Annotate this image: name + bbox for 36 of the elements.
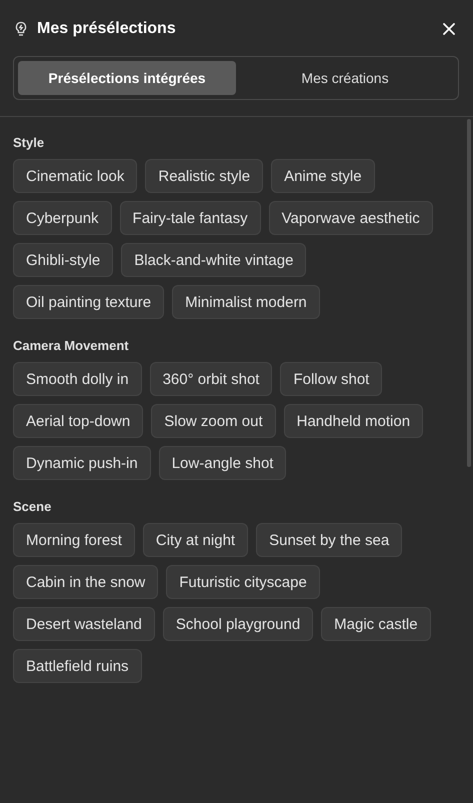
preset-chip[interactable]: Morning forest: [13, 523, 135, 557]
section-heading: Style: [13, 135, 46, 150]
preset-chip[interactable]: Cinematic look: [13, 159, 138, 193]
preset-chip[interactable]: Vaporwave aesthetic: [268, 201, 433, 235]
preset-chip[interactable]: Black-and-white vintage: [121, 243, 306, 277]
preset-chip[interactable]: Aerial top-down: [13, 404, 144, 438]
preset-chip[interactable]: Dynamic push-in: [13, 446, 151, 480]
preset-chip[interactable]: Desert wasteland: [13, 607, 155, 641]
preset-chip[interactable]: Smooth dolly in: [13, 362, 142, 396]
preset-chip[interactable]: School playground: [162, 607, 314, 641]
panel-title: Mes présélections: [37, 20, 177, 38]
preset-chip[interactable]: Handheld motion: [284, 404, 424, 438]
scrollbar-thumb[interactable]: [467, 119, 471, 467]
section-heading: Camera Movement: [13, 338, 130, 353]
lightbulb-icon: [14, 21, 28, 37]
preset-chip[interactable]: Futuristic cityscape: [166, 565, 320, 599]
tab[interactable]: Présélections intégrées: [18, 61, 236, 95]
preset-chip[interactable]: Fairy-tale fantasy: [120, 201, 261, 235]
preset-chip[interactable]: Sunset by the sea: [256, 523, 402, 557]
preset-chip[interactable]: City at night: [142, 523, 248, 557]
preset-chip[interactable]: Cyberpunk: [13, 201, 112, 235]
tab[interactable]: Mes créations: [236, 61, 454, 95]
preset-chip[interactable]: Magic castle: [321, 607, 431, 641]
preset-chip[interactable]: Follow shot: [280, 362, 382, 396]
preset-chip[interactable]: Cabin in the snow: [13, 565, 158, 599]
preset-chip[interactable]: Ghibli-style: [13, 243, 114, 277]
preset-chip[interactable]: Slow zoom out: [151, 404, 276, 438]
preset-chip[interactable]: Realistic style: [145, 159, 264, 193]
preset-chip[interactable]: 360° orbit shot: [150, 362, 272, 396]
preset-chip[interactable]: Battlefield ruins: [13, 649, 142, 683]
section-heading: Scene: [13, 499, 52, 514]
close-button[interactable]: [441, 21, 457, 37]
preset-chip[interactable]: Oil painting texture: [13, 285, 164, 319]
preset-chip[interactable]: Anime style: [271, 159, 375, 193]
preset-chip[interactable]: Low-angle shot: [158, 446, 286, 480]
preset-chip[interactable]: Minimalist modern: [172, 285, 320, 319]
